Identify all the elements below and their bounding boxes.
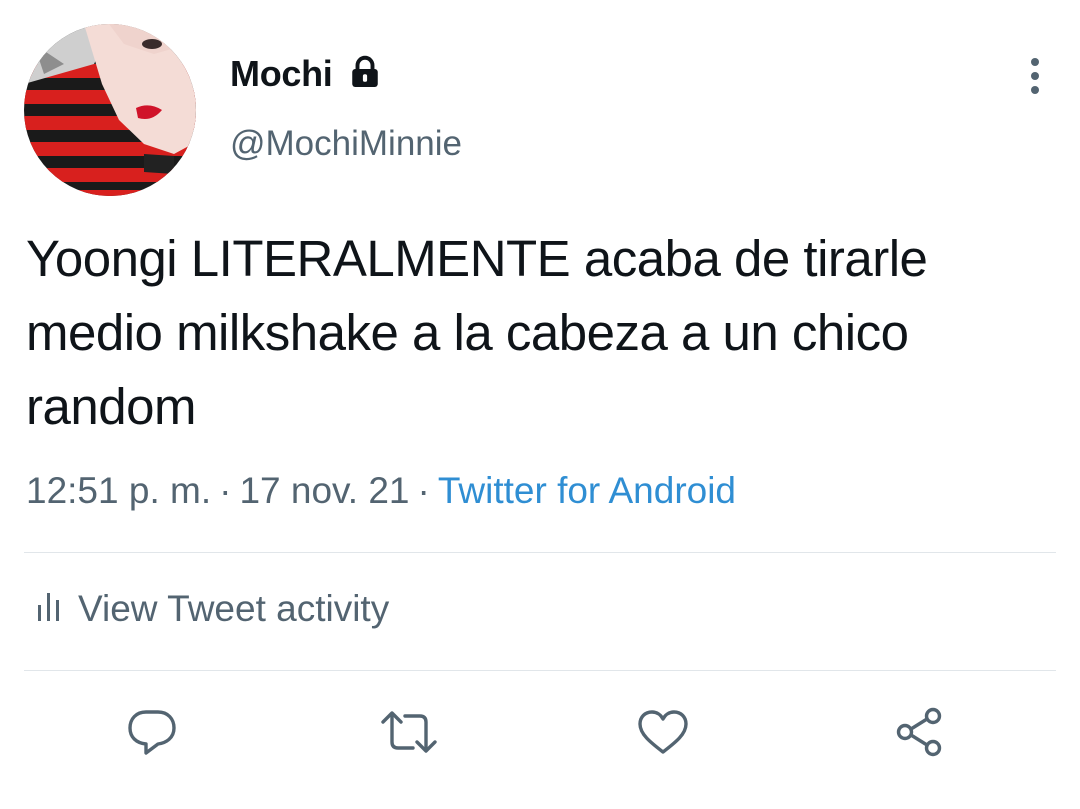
divider (24, 670, 1056, 671)
author-handle[interactable]: @MochiMinnie (230, 124, 462, 164)
reply-button[interactable] (122, 706, 182, 762)
bar-chart-icon (36, 589, 62, 630)
view-tweet-activity-button[interactable]: View Tweet activity (36, 588, 389, 630)
divider (24, 552, 1056, 553)
share-icon (893, 707, 947, 762)
separator: · (219, 470, 232, 511)
view-tweet-activity-label: View Tweet activity (78, 588, 390, 629)
retweet-icon (379, 708, 439, 761)
like-button[interactable] (633, 706, 693, 762)
avatar-image (24, 24, 196, 196)
tweet-metadata: 12:51 p. m. · 17 nov. 21 · Twitter for Andro… (26, 470, 736, 512)
author-display-name[interactable]: Mochi (230, 53, 333, 95)
retweet-button[interactable] (379, 706, 439, 762)
tweet-text: Yoongi LITERALMENTE acaba de tirarle med… (26, 230, 928, 435)
more-vertical-icon[interactable] (1018, 54, 1052, 98)
lock-icon (347, 54, 383, 95)
tweet-source-link[interactable]: Twitter for Android (438, 470, 736, 511)
author-name-row: Mochi (230, 52, 383, 95)
separator: · (417, 470, 430, 511)
tweet-time[interactable]: 12:51 p. m. (26, 470, 211, 511)
reply-icon (126, 708, 178, 761)
share-button[interactable] (890, 706, 950, 762)
tweet-date[interactable]: 17 nov. 21 (239, 470, 409, 511)
avatar[interactable] (24, 24, 196, 196)
heart-icon (636, 708, 690, 761)
